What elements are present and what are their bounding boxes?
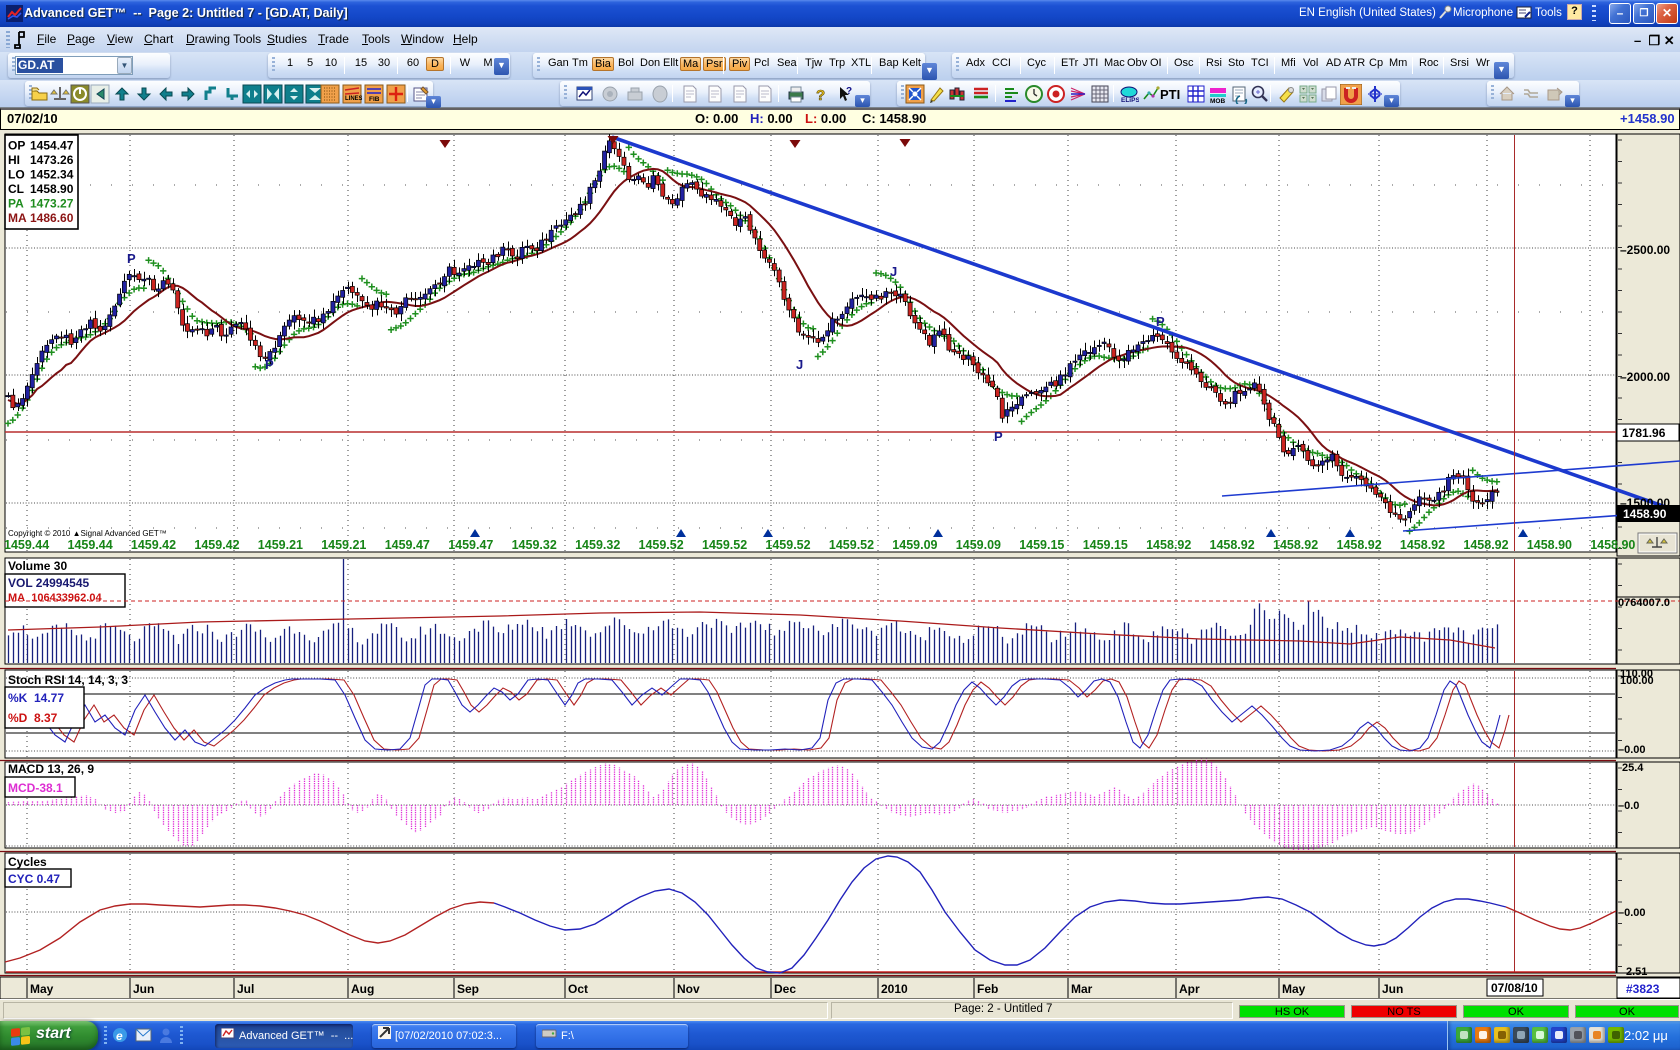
svg-text:1459.52: 1459.52 <box>829 538 874 552</box>
svg-text:LO: LO <box>8 168 25 182</box>
svg-text:P: P <box>127 251 136 266</box>
svg-text:1781.96: 1781.96 <box>1622 426 1666 440</box>
svg-text:?: ? <box>816 87 825 104</box>
svg-text:Cycles: Cycles <box>8 855 47 869</box>
svg-text:1458.92: 1458.92 <box>1337 538 1382 552</box>
svg-text:OP: OP <box>8 139 25 153</box>
svg-text:HI: HI <box>8 153 20 167</box>
svg-text:–2500.00: –2500.00 <box>1620 243 1670 257</box>
svg-text:May: May <box>1282 982 1306 996</box>
svg-text:Dec: Dec <box>774 982 796 996</box>
svg-text:1459.15: 1459.15 <box>1019 538 1064 552</box>
svg-text:Apr: Apr <box>1179 982 1200 996</box>
svg-text:Jun: Jun <box>1382 982 1403 996</box>
svg-text:Jul: Jul <box>237 982 254 996</box>
svg-text:1486.60: 1486.60 <box>30 211 74 225</box>
svg-text:Sep: Sep <box>457 982 479 996</box>
svg-text:1459.52: 1459.52 <box>639 538 684 552</box>
svg-text:0764007.0: 0764007.0 <box>1618 597 1670 609</box>
svg-text:MA: MA <box>8 211 27 225</box>
svg-text:1458.92: 1458.92 <box>1146 538 1191 552</box>
svg-text:–0.0: –0.0 <box>1618 800 1639 812</box>
svg-text:1459.42: 1459.42 <box>131 538 176 552</box>
svg-text:MOB: MOB <box>1210 98 1225 104</box>
svg-text:1459.32: 1459.32 <box>575 538 620 552</box>
svg-text:1459.32: 1459.32 <box>512 538 557 552</box>
svg-text:LINES: LINES <box>345 96 362 102</box>
svg-text:2010: 2010 <box>881 982 908 996</box>
svg-text:e: e <box>116 1029 123 1043</box>
svg-text:P: P <box>265 357 274 372</box>
svg-text:1459.15: 1459.15 <box>1083 538 1128 552</box>
svg-text:1459.52: 1459.52 <box>765 538 810 552</box>
svg-text:MACD 13, 26, 9: MACD 13, 26, 9 <box>8 762 94 776</box>
svg-text:MA 106433962.04: MA 106433962.04 <box>8 592 102 604</box>
svg-text:1452.34: 1452.34 <box>30 168 74 182</box>
svg-text:1458.92: 1458.92 <box>1463 538 1508 552</box>
svg-text:1459.47: 1459.47 <box>385 538 430 552</box>
svg-text:1459.44: 1459.44 <box>68 538 113 552</box>
svg-text:ELiPS: ELiPS <box>1121 97 1139 104</box>
svg-text:1454.47: 1454.47 <box>30 139 74 153</box>
svg-text:1459.09: 1459.09 <box>956 538 1001 552</box>
svg-text:1459.44: 1459.44 <box>4 538 49 552</box>
svg-text:Feb: Feb <box>977 982 998 996</box>
svg-text:–2000.00: –2000.00 <box>1620 370 1670 384</box>
svg-text:1459.09: 1459.09 <box>892 538 937 552</box>
svg-text:–0.00: –0.00 <box>1618 744 1646 756</box>
svg-text:%K: %K <box>8 691 28 705</box>
svg-text:J: J <box>796 357 803 372</box>
svg-text:Mar: Mar <box>1071 982 1093 996</box>
svg-text:VOL 24994545: VOL 24994545 <box>8 576 90 590</box>
svg-text:PA: PA <box>8 197 24 211</box>
svg-text:1458.90: 1458.90 <box>1527 538 1572 552</box>
svg-text:Aug: Aug <box>351 982 374 996</box>
svg-text:1458.90: 1458.90 <box>1623 507 1667 521</box>
svg-text:Volume 30: Volume 30 <box>8 559 67 573</box>
svg-text:25.4: 25.4 <box>1622 762 1644 774</box>
svg-text:1459.21: 1459.21 <box>258 538 303 552</box>
svg-text:1473.27: 1473.27 <box>30 197 74 211</box>
svg-text:CL: CL <box>8 182 24 196</box>
svg-text:07/08/10: 07/08/10 <box>1491 981 1538 995</box>
svg-text:–0.00: –0.00 <box>1618 907 1646 919</box>
svg-text:P: P <box>1156 314 1165 329</box>
svg-text:1458.90: 1458.90 <box>30 182 74 196</box>
svg-text:1459.21: 1459.21 <box>321 538 366 552</box>
svg-text:1458.92: 1458.92 <box>1210 538 1255 552</box>
svg-text:Copyright © 2010 ▲Signal Advan: Copyright © 2010 ▲Signal Advanced GET™ <box>8 529 167 538</box>
svg-text:?: ? <box>846 86 852 97</box>
svg-text:100.00: 100.00 <box>1620 675 1654 687</box>
svg-text:2.51: 2.51 <box>1626 966 1647 978</box>
svg-text:Nov: Nov <box>677 982 700 996</box>
svg-text:May: May <box>30 982 54 996</box>
svg-text:8.37: 8.37 <box>34 711 58 725</box>
svg-text:Stoch RSI 14, 14, 3, 3: Stoch RSI 14, 14, 3, 3 <box>8 673 128 687</box>
svg-text:#3823: #3823 <box>1626 982 1660 996</box>
svg-text:%D: %D <box>8 711 28 725</box>
svg-text:1473.26: 1473.26 <box>30 153 74 167</box>
svg-text:1459.52: 1459.52 <box>702 538 747 552</box>
svg-text:1459.47: 1459.47 <box>448 538 493 552</box>
svg-text:14.77: 14.77 <box>34 691 64 705</box>
svg-text:P: P <box>994 429 1003 444</box>
svg-text:1458.92: 1458.92 <box>1273 538 1318 552</box>
svg-text:Jun: Jun <box>133 982 154 996</box>
svg-text:CYC 0.47: CYC 0.47 <box>8 872 60 886</box>
svg-text:FIB: FIB <box>369 96 380 103</box>
svg-text:J: J <box>890 264 897 279</box>
svg-text:1458.90: 1458.90 <box>1590 538 1635 552</box>
svg-text:MCD-38.1: MCD-38.1 <box>8 781 63 795</box>
svg-text:1459.42: 1459.42 <box>194 538 239 552</box>
svg-text:Oct: Oct <box>568 982 588 996</box>
svg-text:1458.92: 1458.92 <box>1400 538 1445 552</box>
